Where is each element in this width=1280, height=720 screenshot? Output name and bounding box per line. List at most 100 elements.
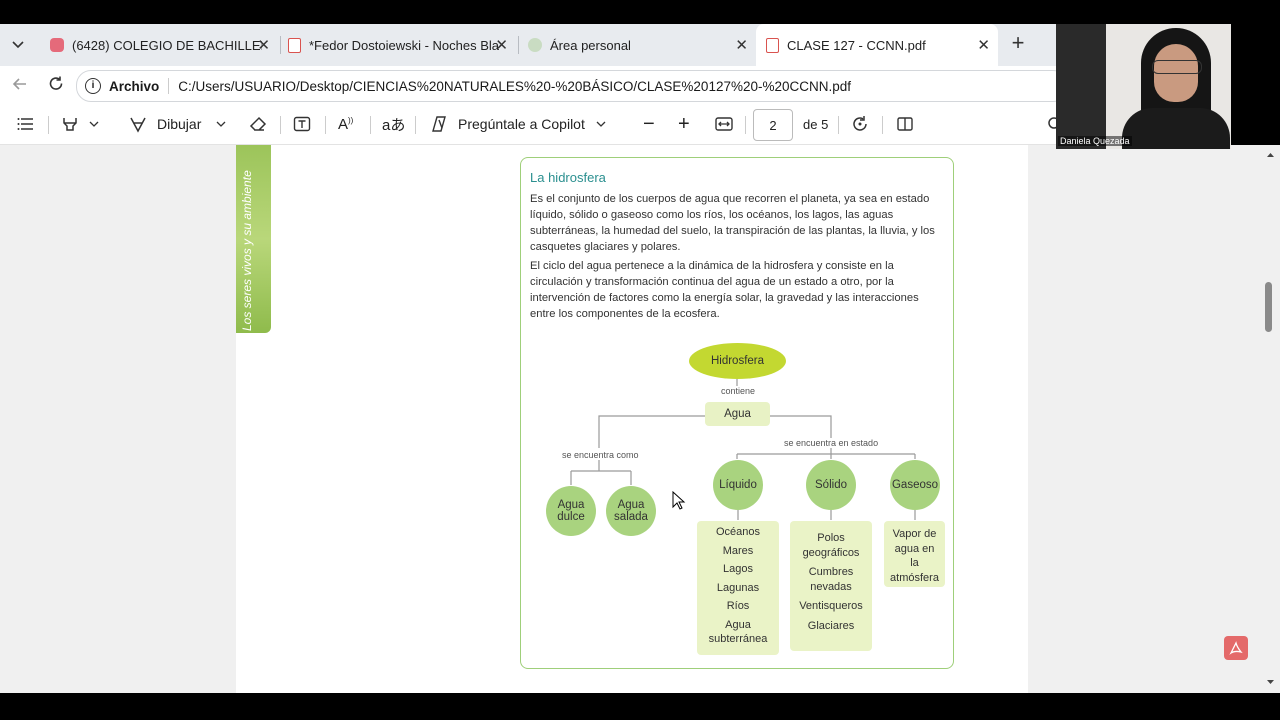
tab-list-dropdown-button[interactable] [10,36,30,54]
acrobat-icon [1229,641,1243,655]
copilot-button[interactable]: Pregúntale a Copilot [430,104,607,144]
tab-area-personal[interactable]: Área personal ✕ [518,24,756,66]
copilot-label: Pregúntale a Copilot [458,116,585,132]
reload-icon [49,76,63,90]
close-icon[interactable]: ✕ [495,36,508,54]
back-button[interactable] [10,74,30,94]
node-agua-salada: Agua salada [606,486,656,536]
node-agua-dulce-label: Agua dulce [557,499,585,523]
glasses-icon [1152,60,1202,74]
chevron-down-icon[interactable] [215,118,227,130]
node-gaseoso: Gaseoso [890,460,940,510]
url-prefix: Archivo [109,78,160,94]
pdf-icon [766,37,779,53]
erase-button[interactable] [248,104,268,144]
read-aloud-button[interactable]: A)) [338,104,353,144]
node-hidrosfera-label: Hidrosfera [710,355,765,367]
minus-icon: − [643,112,655,135]
node-agua-label: Agua [724,408,751,420]
list-item: Mares [722,544,754,557]
highlight-button[interactable] [60,104,100,144]
rotate-icon [853,116,867,131]
presenter-name: Daniela Quezada [1060,136,1130,146]
webcam-overlay [1056,24,1231,149]
list-icon [17,118,33,130]
page-number-input[interactable]: 2 [753,109,793,141]
toolbar-separator [882,116,883,134]
scroll-up-icon[interactable] [1261,148,1280,162]
rotate-button[interactable] [850,104,870,144]
page-current: 2 [769,117,777,133]
node-solido-label: Sólido [815,479,847,491]
node-liquido-label: Líquido [719,479,757,491]
pdf-toolbar: Dibujar A)) aあ Pregúntale a Copilot − + [0,104,1060,145]
new-tab-button[interactable]: + [1006,32,1030,56]
adobe-acrobat-button[interactable] [1224,636,1248,660]
side-strip-text: Los seres vivos y su ambiente [240,170,254,331]
tab-label: Área personal [550,37,631,53]
chapter-side-strip: Los seres vivos y su ambiente [236,145,271,333]
add-text-button[interactable] [292,104,312,144]
link-se-encuentra-como: se encuentra como [562,450,639,460]
gas-examples: Vapor de agua en la atmósfera [884,521,945,587]
pen-icon [130,117,146,133]
zoom-out-button[interactable]: − [643,104,655,144]
arrow-left-icon [12,78,26,90]
webcam-name-label: Daniela Quezada [1058,136,1132,146]
toolbar-separator [48,116,49,134]
info-icon[interactable]: i [85,78,101,94]
tab-youtube[interactable]: (6428) COLEGIO DE BACHILLERATO ✕ [40,24,278,66]
list-item: Vapor de agua en la atmósfera [890,528,939,584]
node-hidrosfera: Hidrosfera [689,343,786,379]
node-solido: Sólido [806,460,856,510]
translate-button[interactable]: aあ [382,104,405,144]
plus-icon: + [678,112,690,135]
draw-button[interactable]: Dibujar [128,104,227,144]
node-gaseoso-label: Gaseoso [891,479,939,491]
page-view-button[interactable] [895,104,915,144]
toolbar-separator [280,116,281,134]
page-total-label: de 5 [803,116,829,132]
list-item: Glaciares [807,619,855,632]
hidrosfera-box: La hidrosfera Es el conjunto de los cuer… [520,157,954,669]
chevron-down-icon[interactable] [88,118,100,130]
mouse-cursor-icon [672,491,686,510]
contents-button[interactable] [16,104,36,144]
node-liquido: Líquido [713,460,763,510]
scrollbar-thumb[interactable] [1265,282,1272,332]
copilot-icon [432,116,446,132]
tab-label: CLASE 127 - CCNN.pdf [787,37,926,53]
list-item: Lagunas [716,581,760,594]
link-contiene-label: contiene [721,386,756,396]
tab-dostoiewski[interactable]: *Fedor Dostoiewski - Noches Blancas ✕ [278,24,516,66]
list-item: Agua subterránea [708,618,768,646]
url-field[interactable]: i Archivo C:/Users/USUARIO/Desktop/CIENC… [76,70,1068,102]
fit-width-button[interactable] [714,104,734,144]
toolbar-separator [838,116,839,134]
toolbar-separator [415,116,416,134]
screen: (6428) COLEGIO DE BACHILLERATO ✕ *Fedor … [0,0,1280,720]
toolbar-separator [325,116,326,134]
list-item: Ventisqueros [799,600,863,612]
close-icon[interactable]: ✕ [977,36,990,54]
reload-button[interactable] [46,74,66,94]
zoom-in-button[interactable]: + [678,104,690,144]
close-icon[interactable]: ✕ [735,36,748,54]
read-aloud-icon: A)) [338,115,354,133]
plus-icon: + [1011,30,1025,55]
list-item: Lagos [723,563,753,575]
link-contiene: contiene [720,386,757,396]
url-divider [168,78,170,94]
list-item: Polos geográficos [802,532,860,559]
link-se-encuentra-en-estado: se encuentra en estado [784,438,879,448]
close-icon[interactable]: ✕ [257,36,270,54]
text-box-icon [293,116,311,132]
scroll-down-icon[interactable] [1261,675,1280,689]
draw-label: Dibujar [157,116,202,132]
address-bar: i Archivo C:/Users/USUARIO/Desktop/CIENC… [0,66,1068,104]
chevron-down-icon[interactable] [595,118,607,130]
link-left-label: se encuentra como [562,450,639,460]
tab-clase-127[interactable]: CLASE 127 - CCNN.pdf ✕ [756,24,998,66]
vertical-scrollbar[interactable] [1261,145,1280,693]
toolbar-separator [745,116,746,134]
